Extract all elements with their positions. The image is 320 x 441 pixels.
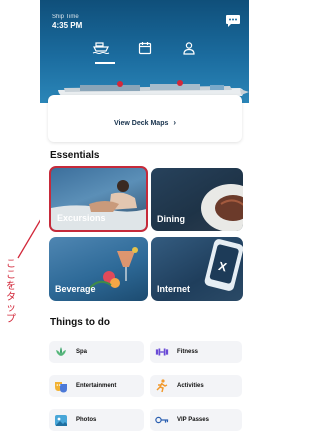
excursions-label: Excursions [57, 213, 106, 223]
annotation-char: を [6, 281, 16, 292]
lotus-icon [54, 345, 68, 359]
activities-item[interactable]: Activities [150, 375, 242, 397]
essentials-title: Essentials [50, 150, 100, 161]
annotation-char: ッ [6, 303, 16, 314]
chat-icon[interactable] [225, 14, 241, 28]
photo-icon [54, 413, 68, 427]
beverage-tile[interactable]: Beverage [49, 237, 148, 301]
dining-label: Dining [157, 214, 185, 224]
app-screen: Ship Time 4:35 PM View Deck Maps › Essen… [40, 0, 249, 441]
spa-label: Spa [76, 349, 88, 355]
top-nav [40, 39, 249, 57]
annotation-char: タ [6, 292, 16, 303]
theater-masks-icon [54, 379, 68, 393]
vip-passes-item[interactable]: VIP Passes [150, 409, 242, 431]
chevron-right-icon: › [173, 118, 176, 127]
ship-time: Ship Time 4:35 PM [52, 14, 82, 30]
annotation-tap-here: ここをタップ [5, 259, 17, 325]
photos-item[interactable]: Photos [49, 409, 144, 431]
photos-label: Photos [76, 417, 97, 423]
vip-passes-label: VIP Passes [177, 417, 209, 423]
dumbbell-icon [155, 345, 169, 359]
calendar-icon[interactable] [136, 39, 154, 57]
view-deck-maps-link[interactable]: View Deck Maps › [48, 118, 242, 127]
fitness-item[interactable]: Fitness [150, 341, 242, 363]
view-deck-maps-label: View Deck Maps [114, 120, 169, 127]
spa-item[interactable]: Spa [49, 341, 144, 363]
dining-tile[interactable]: Dining [151, 168, 243, 231]
things-to-do-title: Things to do [50, 317, 110, 328]
entertainment-item[interactable]: Entertainment [49, 375, 144, 397]
user-icon[interactable] [180, 39, 198, 57]
ship-icon[interactable] [92, 39, 110, 57]
internet-label: Internet [157, 284, 191, 294]
beverage-label: Beverage [55, 284, 96, 294]
nav-active-indicator [95, 62, 115, 64]
annotation-char: こ [6, 270, 16, 281]
entertainment-label: Entertainment [76, 383, 117, 389]
deck-card: View Deck Maps › [48, 95, 242, 142]
running-person-icon [155, 379, 169, 393]
annotation-char: プ [6, 314, 16, 325]
excursions-tile[interactable]: Excursions [49, 166, 148, 232]
activities-label: Activities [177, 383, 204, 389]
ship-time-label: Ship Time [52, 14, 79, 20]
ship-time-value: 4:35 PM [52, 21, 83, 30]
internet-tile[interactable]: X Internet [151, 237, 243, 301]
annotation-char: こ [6, 259, 16, 270]
key-icon [155, 413, 169, 427]
fitness-label: Fitness [177, 349, 199, 355]
